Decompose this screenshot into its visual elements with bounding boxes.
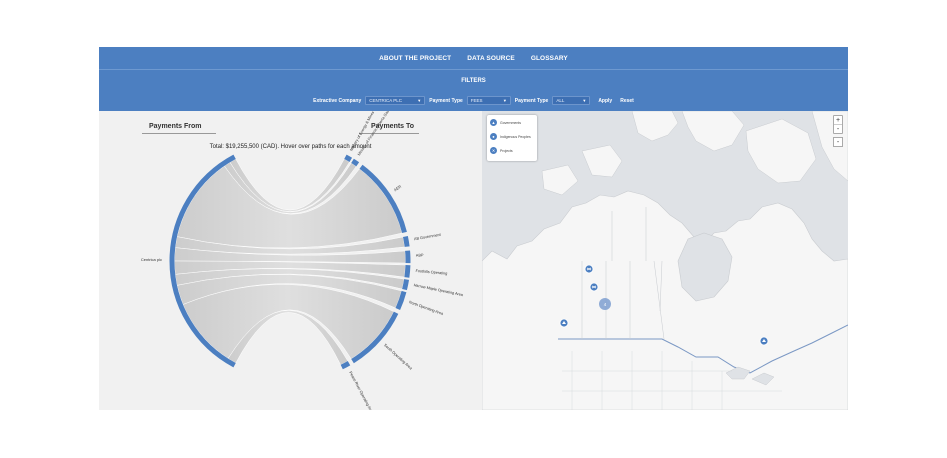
source-label: Centrica plc <box>141 257 162 262</box>
target-label: Ministry of Finance, Alberta Gas and Gas… <box>357 111 416 156</box>
map-legend: ▲ Governments ● Indigenous Peoples ✕ Pro… <box>487 115 537 161</box>
target-label: ABP <box>416 253 424 257</box>
payment-ribbon[interactable] <box>176 165 403 249</box>
target-label: Harrow Maple Operating Area <box>413 283 464 297</box>
payment-type-select-value: FEES <box>470 98 483 103</box>
legend-label: Indigenous Peoples <box>500 134 531 139</box>
map-cluster-marker[interactable]: 4 <box>599 298 611 310</box>
zoom-control: + - <box>833 115 843 134</box>
target-arc[interactable] <box>351 158 360 167</box>
tools-icon: ✕ <box>490 147 497 154</box>
map-marker-government[interactable] <box>559 318 569 328</box>
legend-label: Projects <box>500 148 513 153</box>
target-arc[interactable] <box>402 235 410 247</box>
payment-type-select[interactable]: FEES ▼ <box>466 96 511 105</box>
target-label: South Operating Area <box>383 343 413 371</box>
ribbon-group <box>174 158 406 366</box>
company-select[interactable]: CENTRICA PLC ▼ <box>365 96 426 105</box>
chevron-down-icon: ▼ <box>417 98 422 103</box>
target-arc[interactable] <box>340 361 351 370</box>
company-label: Extractive Company <box>313 97 362 104</box>
map-marker-government[interactable] <box>759 336 769 346</box>
map-marker-project[interactable] <box>589 282 599 292</box>
filter-controls: Extractive Company CENTRICA PLC ▼ Paymen… <box>99 96 848 105</box>
target-arc[interactable] <box>344 154 353 163</box>
zoom-out-button[interactable]: - <box>834 124 842 133</box>
collapse-button[interactable]: - <box>833 137 843 147</box>
nav-glossary-link[interactable]: GLOSSARY <box>531 55 568 62</box>
target-label: North Operating Area <box>408 300 444 316</box>
zoom-in-button[interactable]: + <box>834 116 842 124</box>
legend-item-indigenous: ● Indigenous Peoples <box>490 133 531 140</box>
company-select-value: CENTRICA PLC <box>369 98 403 103</box>
chord-diagram: Ministry of Energy & MinesMinistry of Fi… <box>141 111 464 410</box>
apply-button[interactable]: Apply <box>598 98 612 104</box>
payment-type-label: Payment Type <box>429 97 463 104</box>
building-icon: ▲ <box>490 119 497 126</box>
target-label: Foothills Operating <box>415 269 447 276</box>
chevron-down-icon: ▼ <box>582 98 587 103</box>
reset-button[interactable]: Reset <box>620 98 634 104</box>
legend-item-projects: ✕ Projects <box>490 147 513 154</box>
payment-type2-label: Payment Type <box>514 97 549 104</box>
people-icon: ● <box>490 133 497 140</box>
target-label: Peace River Operating Area <box>348 371 374 410</box>
legend-label: Governments <box>500 120 522 125</box>
filter-bar: FILTERS Extractive Company CENTRICA PLC … <box>99 69 848 111</box>
nav-data-source-link[interactable]: DATA SOURCE <box>467 55 515 62</box>
filters-title: FILTERS <box>461 78 486 84</box>
payment-type2-select-value: ALL <box>556 98 565 103</box>
chevron-down-icon: ▼ <box>502 98 507 103</box>
target-arc[interactable] <box>402 279 410 291</box>
legend-item-governments: ▲ Governments <box>490 119 521 126</box>
target-label: AER <box>393 185 402 193</box>
map-panel[interactable]: 4 ▲ Governments ● Indigenous Peoples ✕ P… <box>482 111 848 410</box>
target-label: AB Government <box>414 233 442 242</box>
payment-type2-select[interactable]: ALL ▼ <box>552 96 591 105</box>
map-marker-project[interactable] <box>584 264 594 274</box>
app-window: ABOUT THE PROJECT DATA SOURCE GLOSSARY F… <box>99 47 848 410</box>
top-navigation: ABOUT THE PROJECT DATA SOURCE GLOSSARY <box>99 47 848 69</box>
chord-panel: Payments From Payments To Total: $19,255… <box>99 111 482 410</box>
nav-about-link[interactable]: ABOUT THE PROJECT <box>379 55 451 62</box>
target-arc[interactable] <box>404 265 411 278</box>
